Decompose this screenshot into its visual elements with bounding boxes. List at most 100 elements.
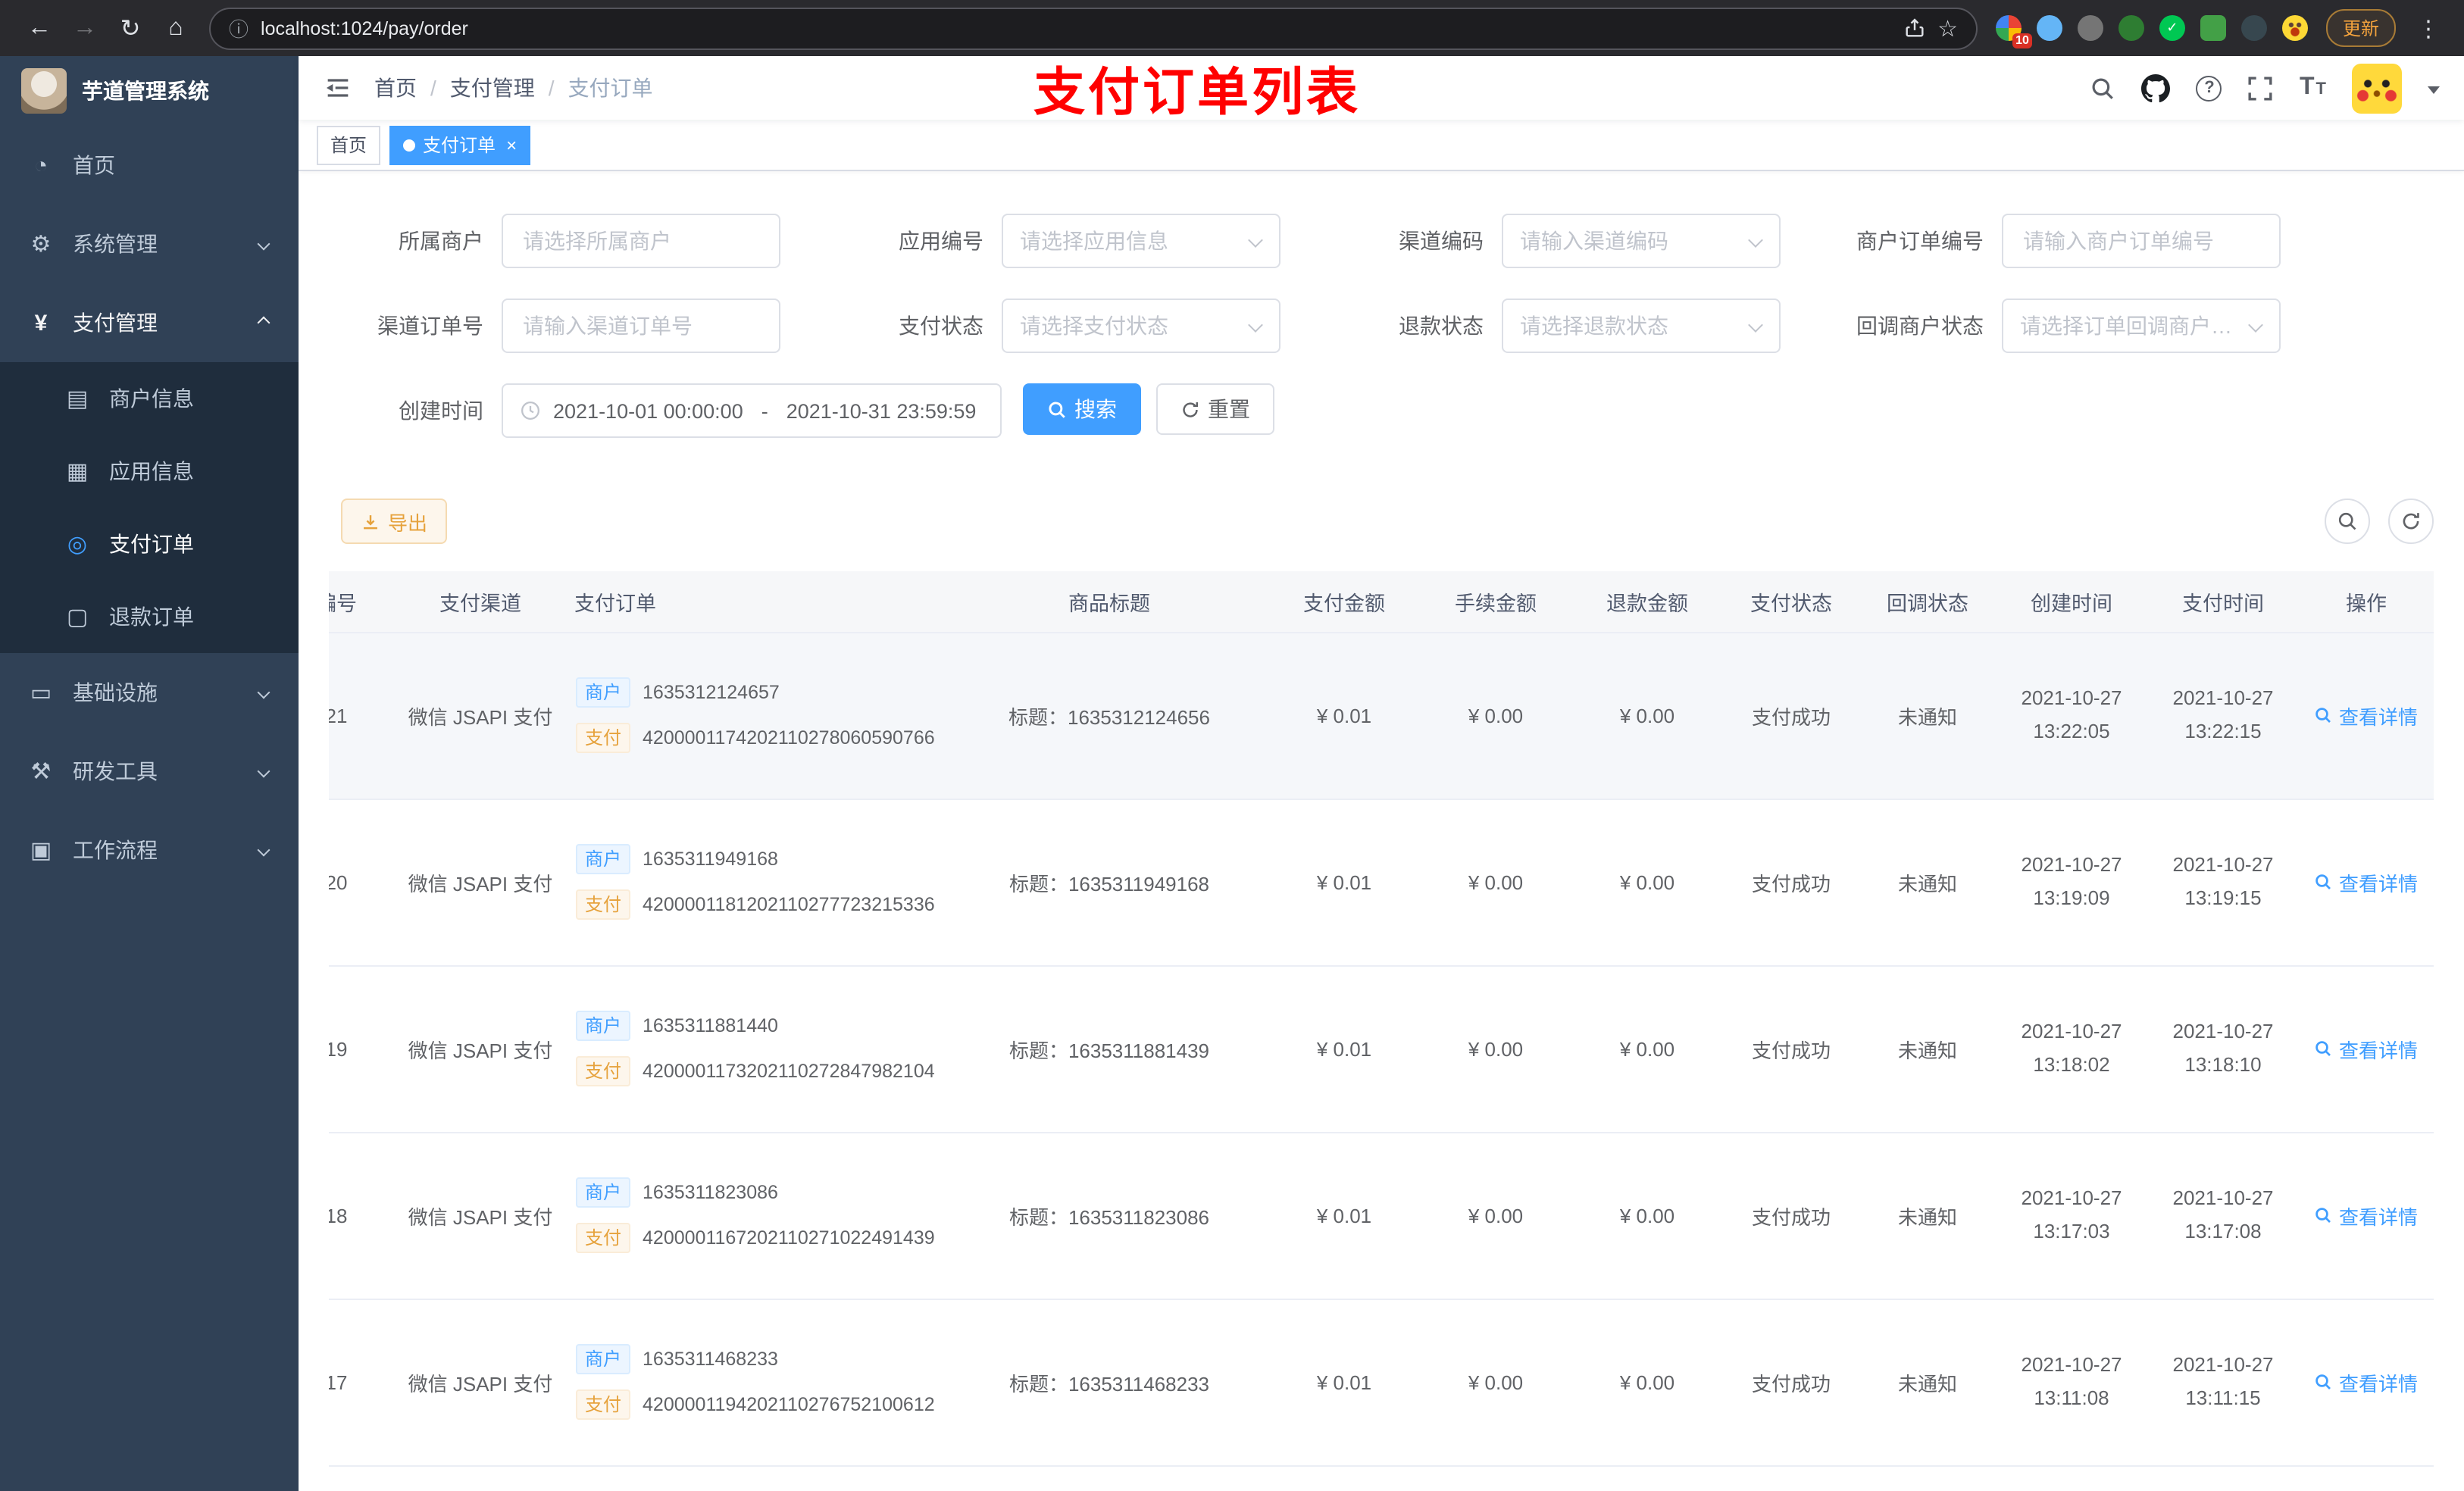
breadcrumb-separator: / (548, 76, 555, 100)
sidebar-item-dev-tools[interactable]: ⚒ 研发工具 (0, 732, 299, 811)
browser-update-button[interactable]: 更新 (2325, 9, 2396, 47)
extension-icon-6[interactable] (2200, 15, 2226, 41)
view-detail-link[interactable]: 查看详情 (2315, 867, 2418, 896)
channel-order-no-input-field[interactable] (520, 312, 762, 339)
extension-icon-8[interactable] (2281, 15, 2308, 41)
sidebar-item-merchant-info[interactable]: ▤ 商户信息 (0, 362, 299, 435)
sidebar-item-pay-order[interactable]: ◎ 支付订单 (0, 508, 299, 580)
extension-icon-4[interactable] (2118, 15, 2144, 41)
sidebar-item-payment[interactable]: ¥ 支付管理 (0, 283, 299, 362)
sidebar-item-infrastructure[interactable]: ▭ 基础设施 (0, 653, 299, 732)
bookmark-star-icon[interactable]: ☆ (1937, 14, 1958, 42)
pay-order-cell: 商户 1635311881440 支付 42000011732021102728… (558, 1011, 949, 1086)
pay-channel: 微信 JSAPI 支付 (405, 799, 556, 966)
refresh-table-icon[interactable] (2388, 499, 2434, 544)
extension-icon-7[interactable] (2240, 15, 2267, 41)
fullscreen-icon[interactable] (2248, 75, 2274, 101)
logo[interactable]: 芋道管理系统 (0, 56, 299, 126)
date-range-end[interactable]: 2021-10-31 23:59:59 (786, 399, 977, 422)
notify-status: 未通知 (1859, 632, 1996, 799)
browser-home-icon[interactable]: ⌂ (155, 7, 197, 49)
sidebar-item-label: 工作流程 (73, 838, 158, 862)
orders-table: 编号 支付渠道 支付订单 商品标题 支付金额 手续金额 退款金额 支付状态 回调… (329, 571, 2434, 1491)
notify-status-filter-select[interactable]: 请选择订单回调商户状态 (2002, 299, 2281, 353)
extension-icon-1[interactable]: 10 (1995, 15, 2032, 48)
extension-icon-5[interactable]: ✓ (2159, 15, 2185, 41)
sidebar-item-home[interactable]: ◔ 首页 (0, 126, 299, 205)
search-icon[interactable] (2090, 75, 2116, 101)
download-icon (364, 514, 377, 529)
user-avatar[interactable] (2352, 63, 2402, 113)
font-size-icon[interactable]: T T (2300, 74, 2326, 102)
bank-card-icon: ▤ (66, 386, 89, 412)
reset-button[interactable]: 重置 (1156, 383, 1274, 435)
date-range-start[interactable]: 2021-10-01 00:00:00 (553, 399, 743, 422)
pay-status-filter-select[interactable]: 请选择支付状态 (1002, 299, 1280, 353)
merchant-filter-input[interactable] (502, 214, 780, 268)
refresh-icon (1183, 401, 1198, 417)
table-row: 商户 1635311157136 (329, 1465, 2434, 1491)
close-icon[interactable]: × (506, 134, 517, 155)
sidebar-item-workflow[interactable]: ▣ 工作流程 (0, 811, 299, 889)
browser-back-icon[interactable]: ← (18, 7, 61, 49)
url-text[interactable]: localhost:1024/pay/order (261, 17, 1890, 39)
extension-icon-3[interactable] (2077, 15, 2103, 41)
tab-home[interactable]: 首页 (317, 125, 381, 164)
table-toolbar-right (2325, 499, 2434, 544)
sidebar-item-app-info[interactable]: ▦ 应用信息 (0, 435, 299, 508)
col-pay-status: 支付状态 (1723, 571, 1859, 633)
sidebar-item-system[interactable]: ⚙ 系统管理 (0, 205, 299, 283)
grid-icon: ▦ (66, 459, 89, 485)
view-detail-link[interactable]: 查看详情 (2315, 1368, 2418, 1396)
sidebar-fold-icon[interactable] (323, 73, 353, 103)
merchant-order-no-filter-input[interactable] (2002, 214, 2281, 268)
search-button[interactable]: 搜索 (1023, 383, 1141, 435)
toggle-search-icon[interactable] (2325, 499, 2370, 544)
pay-status: 支付成功 (1723, 1299, 1859, 1466)
tab-pay-order[interactable]: 支付订单 × (389, 125, 531, 164)
address-bar[interactable]: ⓘ localhost:1024/pay/order ☆ (209, 7, 1978, 49)
col-fee: 手续金额 (1420, 571, 1571, 633)
view-detail-link[interactable]: 查看详情 (2315, 1201, 2418, 1230)
share-icon[interactable] (1903, 17, 1925, 39)
avatar-dropdown-caret-icon[interactable] (2428, 86, 2440, 99)
help-icon[interactable]: ? (2196, 75, 2222, 101)
view-detail-link[interactable]: 查看详情 (2315, 701, 2418, 730)
sidebar-item-label: 商户信息 (109, 386, 194, 411)
breadcrumb-home[interactable]: 首页 (374, 73, 417, 103)
pay-time: 2021-10-27 13:11:15 (2172, 1352, 2274, 1409)
notify-status: 未通知 (1859, 1132, 1996, 1299)
channel-order-no-filter-input[interactable] (502, 299, 780, 353)
browser-forward-icon[interactable]: → (64, 7, 106, 49)
pay-order-cell: 商户 1635311949168 支付 42000011812021102777… (558, 844, 949, 920)
search-icon (2316, 1374, 2331, 1389)
view-detail-link[interactable]: 查看详情 (2315, 1034, 2418, 1063)
export-button[interactable]: 导出 (341, 499, 448, 544)
create-time: 2021-10-27 13:11:08 (2021, 1352, 2122, 1409)
browser-menu-icon[interactable]: ⋮ (2411, 14, 2446, 42)
sidebar-item-refund-order[interactable]: ▢ 退款订单 (0, 580, 299, 653)
notify-status: 未通知 (1859, 965, 1996, 1133)
channel-code-filter-select[interactable]: 请输入渠道编码 (1502, 214, 1781, 268)
extension-icon-2[interactable] (2036, 15, 2062, 41)
merchant-order-no-input-field[interactable] (2020, 227, 2262, 255)
pay-amount: ¥ 0.01 (1268, 632, 1420, 799)
extension-badge: 10 (2012, 33, 2032, 48)
logo-avatar (21, 68, 67, 114)
chevron-down-icon (257, 686, 270, 699)
col-id: 编号 (329, 571, 405, 633)
github-icon[interactable] (2141, 73, 2171, 102)
merchant-filter-input-field[interactable] (520, 227, 762, 255)
refund-status-filter-select[interactable]: 请选择退款状态 (1502, 299, 1781, 353)
site-info-icon[interactable]: ⓘ (229, 14, 249, 42)
filter-label: 退款状态 (1399, 314, 1484, 338)
fee-amount: ¥ 0.00 (1420, 632, 1571, 799)
tools-icon: ⚒ (30, 759, 52, 785)
merchant-tag: 商户 (576, 1177, 631, 1208)
create-time-range-picker[interactable]: 2021-10-01 00:00:00 - 2021-10-31 23:59:5… (502, 383, 1002, 438)
browser-reload-icon[interactable]: ↻ (109, 7, 152, 49)
app-no-filter-select[interactable]: 请选择应用信息 (1002, 214, 1280, 268)
breadcrumb-pay-manage[interactable]: 支付管理 (450, 73, 535, 103)
filter-label: 渠道订单号 (377, 314, 483, 338)
merchant-order-no: 1635311823086 (643, 1182, 778, 1203)
